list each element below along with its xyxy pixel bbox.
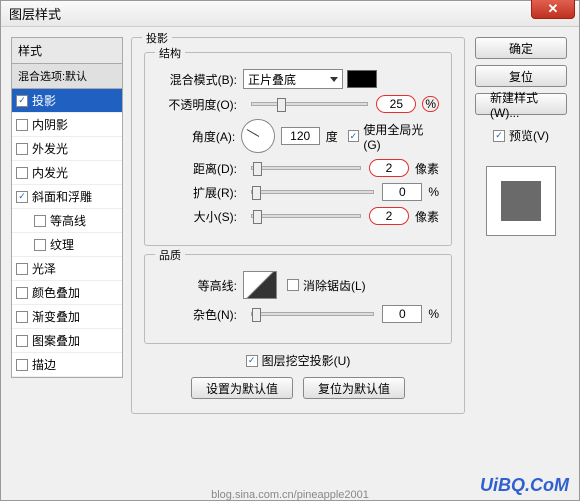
knockout-label: 图层挖空投影(U) — [262, 352, 351, 369]
distance-input[interactable]: 2 — [369, 159, 409, 177]
style-item[interactable]: 颜色叠加 — [12, 281, 122, 305]
drop-shadow-legend: 投影 — [142, 30, 172, 46]
style-item-label: 内发光 — [32, 164, 68, 181]
style-checkbox[interactable] — [34, 239, 46, 251]
preview-label: 预览(V) — [509, 127, 549, 144]
style-checkbox[interactable] — [16, 335, 28, 347]
style-item[interactable]: 纹理 — [12, 233, 122, 257]
style-checkbox[interactable] — [16, 191, 28, 203]
titlebar: 图层样式 ✕ — [1, 1, 579, 27]
style-checkbox[interactable] — [16, 287, 28, 299]
shadow-color-swatch[interactable] — [347, 70, 377, 88]
preview-swatch — [501, 181, 541, 221]
style-item-label: 内阴影 — [32, 116, 68, 133]
style-item[interactable]: 描边 — [12, 353, 122, 377]
style-item-label: 纹理 — [50, 236, 74, 253]
style-item[interactable]: 斜面和浮雕 — [12, 185, 122, 209]
size-input[interactable]: 2 — [369, 207, 409, 225]
antialias-label: 消除锯齿(L) — [303, 277, 366, 294]
style-item-label: 等高线 — [50, 212, 86, 229]
use-global-light-label: 使用全局光(G) — [363, 121, 439, 152]
window-title: 图层样式 — [9, 4, 61, 23]
style-checkbox[interactable] — [16, 95, 28, 107]
style-checkbox[interactable] — [16, 119, 28, 131]
cancel-button[interactable]: 复位 — [475, 65, 567, 87]
style-item-label: 渐变叠加 — [32, 308, 80, 325]
style-item[interactable]: 内发光 — [12, 161, 122, 185]
reset-default-button[interactable]: 复位为默认值 — [303, 377, 405, 399]
spread-input[interactable]: 0 — [382, 183, 422, 201]
style-checkbox[interactable] — [16, 167, 28, 179]
contour-picker[interactable] — [243, 271, 277, 299]
blend-mode-select[interactable]: 正片叠底 — [243, 69, 343, 89]
preview-checkbox[interactable] — [493, 130, 505, 142]
style-item[interactable]: 内阴影 — [12, 113, 122, 137]
knockout-checkbox[interactable] — [246, 355, 258, 367]
spread-slider[interactable] — [251, 190, 374, 194]
styles-header: 样式 — [11, 37, 123, 64]
style-item-label: 外发光 — [32, 140, 68, 157]
noise-label: 杂色(N): — [157, 306, 243, 323]
distance-label: 距离(D): — [157, 160, 243, 177]
contour-label: 等高线: — [157, 277, 243, 294]
style-item-label: 斜面和浮雕 — [32, 188, 92, 205]
style-item-label: 投影 — [32, 92, 56, 109]
angle-input[interactable]: 120 — [281, 127, 320, 145]
opacity-input[interactable]: 25 — [376, 95, 416, 113]
close-button[interactable]: ✕ — [531, 0, 575, 19]
set-default-button[interactable]: 设置为默认值 — [191, 377, 293, 399]
size-slider[interactable] — [251, 214, 361, 218]
style-checkbox[interactable] — [16, 143, 28, 155]
source-url: blog.sina.com.cn/pineapple2001 — [0, 489, 580, 501]
preview-box — [486, 166, 556, 236]
quality-group: 品质 等高线: 消除锯齿(L) 杂色(N): 0 % — [144, 254, 452, 344]
style-checkbox[interactable] — [34, 215, 46, 227]
opacity-slider[interactable] — [251, 102, 368, 106]
spread-label: 扩展(R): — [157, 184, 243, 201]
style-item[interactable]: 外发光 — [12, 137, 122, 161]
chevron-down-icon — [330, 77, 338, 82]
use-global-light-checkbox[interactable] — [348, 130, 360, 142]
settings-panel: 投影 结构 混合模式(B): 正片叠底 不透明度(O): 25 % — [131, 37, 465, 476]
style-item-label: 光泽 — [32, 260, 56, 277]
style-item[interactable]: 投影 — [12, 89, 122, 113]
distance-slider[interactable] — [251, 166, 361, 170]
style-item[interactable]: 光泽 — [12, 257, 122, 281]
size-label: 大小(S): — [157, 208, 243, 225]
blend-options-default[interactable]: 混合选项:默认 — [11, 64, 123, 89]
new-style-button[interactable]: 新建样式(W)... — [475, 93, 567, 115]
opacity-label: 不透明度(O): — [157, 96, 243, 113]
noise-input[interactable]: 0 — [382, 305, 422, 323]
style-checkbox[interactable] — [16, 311, 28, 323]
angle-label: 角度(A): — [157, 128, 241, 145]
style-checkbox[interactable] — [16, 263, 28, 275]
drop-shadow-group: 投影 结构 混合模式(B): 正片叠底 不透明度(O): 25 % — [131, 37, 465, 414]
style-item[interactable]: 图案叠加 — [12, 329, 122, 353]
styles-panel: 样式 混合选项:默认 投影内阴影外发光内发光斜面和浮雕等高线纹理光泽颜色叠加渐变… — [11, 37, 123, 476]
style-item-label: 图案叠加 — [32, 332, 80, 349]
ok-button[interactable]: 确定 — [475, 37, 567, 59]
right-buttons: 确定 复位 新建样式(W)... 预览(V) — [473, 37, 569, 476]
angle-dial[interactable] — [241, 119, 274, 153]
style-checkbox[interactable] — [16, 359, 28, 371]
style-item[interactable]: 等高线 — [12, 209, 122, 233]
noise-slider[interactable] — [251, 312, 374, 316]
style-item-label: 颜色叠加 — [32, 284, 80, 301]
style-item[interactable]: 渐变叠加 — [12, 305, 122, 329]
blend-mode-label: 混合模式(B): — [157, 71, 243, 88]
structure-group: 结构 混合模式(B): 正片叠底 不透明度(O): 25 % 角度(A): — [144, 52, 452, 246]
antialias-checkbox[interactable] — [287, 279, 299, 291]
style-item-label: 描边 — [32, 356, 56, 373]
